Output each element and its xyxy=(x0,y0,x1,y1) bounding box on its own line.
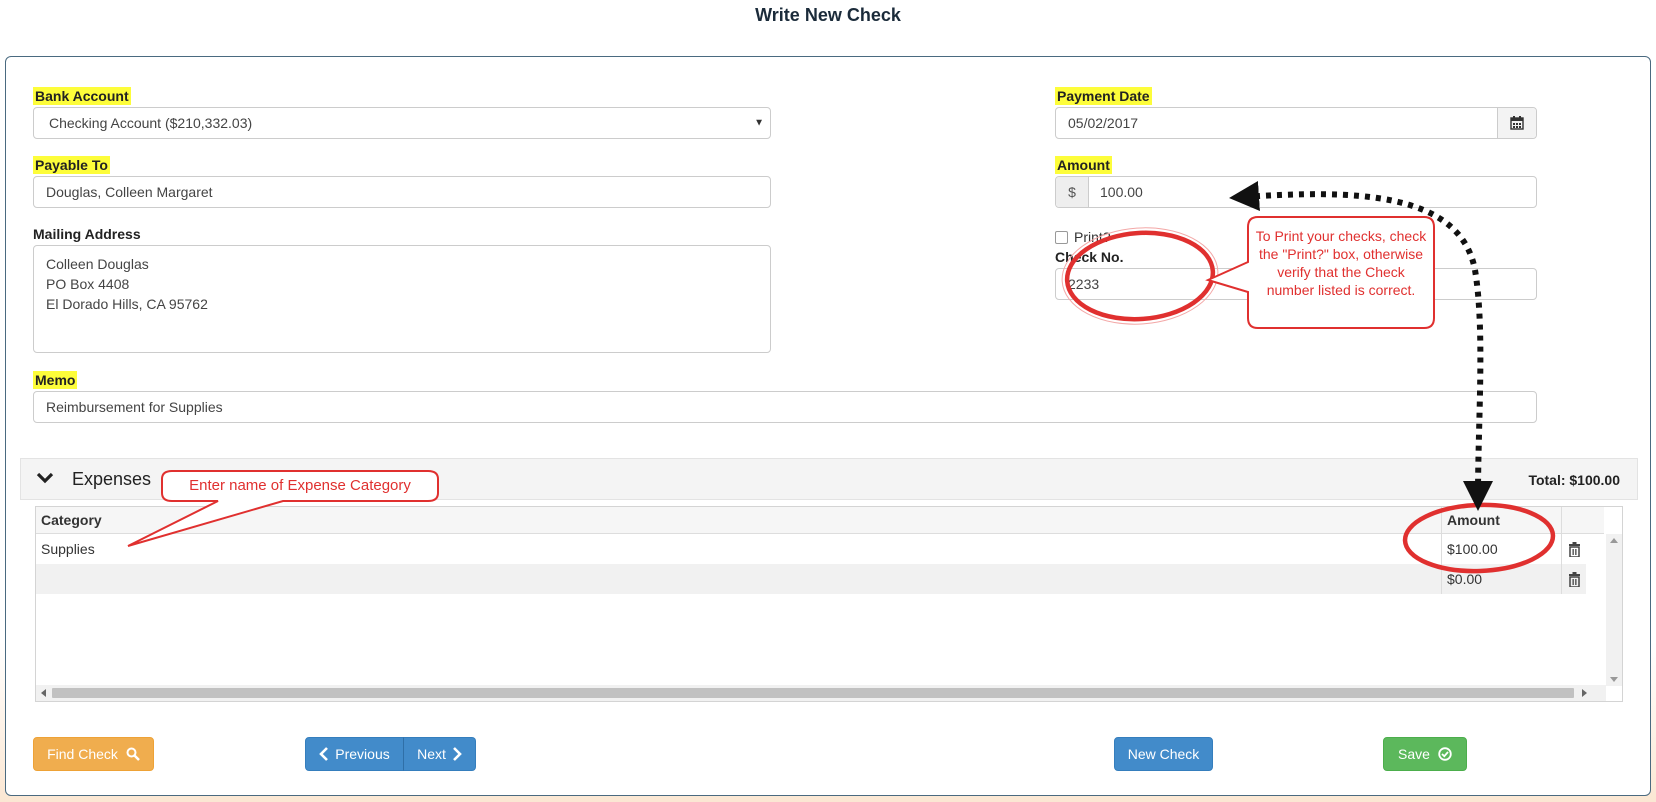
print-callout-text: To Print your checks, check the "Print?"… xyxy=(1255,228,1427,298)
annotation-overlay xyxy=(127,181,1556,574)
annotation-circle-amount xyxy=(1402,502,1556,574)
category-callout-text: Enter name of Expense Category xyxy=(189,477,411,494)
annotation-circle-print-outline xyxy=(1061,227,1219,325)
annotation-circle-print xyxy=(1064,230,1216,322)
